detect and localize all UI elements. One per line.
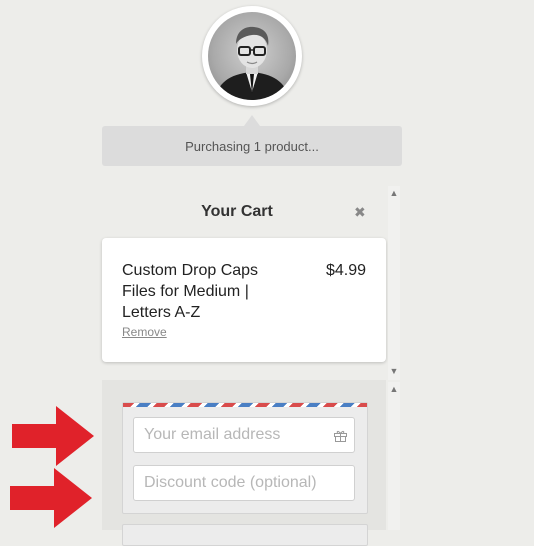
purchase-status-text: Purchasing 1 product... — [185, 138, 319, 154]
purchase-status-banner: Purchasing 1 product... — [102, 126, 402, 166]
scroll-down-icon[interactable]: ▼ — [388, 366, 400, 376]
cart-panel: Your Cart ✖ Custom Drop Caps Files for M… — [102, 186, 386, 380]
gift-icon — [334, 430, 347, 442]
cart-item-price: $4.99 — [325, 262, 366, 279]
email-input[interactable] — [133, 417, 355, 453]
remove-item-link[interactable]: Remove — [122, 325, 167, 339]
email-form-card — [122, 402, 368, 514]
seller-avatar — [208, 12, 296, 100]
checkout-scrollbar[interactable]: ▲ — [388, 382, 400, 530]
cart-scrollbar[interactable]: ▲ ▼ — [388, 186, 400, 380]
seller-avatar-ring — [202, 6, 302, 106]
red-arrow-icon — [12, 406, 94, 466]
scroll-up-icon[interactable]: ▲ — [388, 384, 400, 394]
scroll-up-icon[interactable]: ▲ — [388, 188, 400, 198]
cart-item-name: Custom Drop Caps Files for Medium | Lett… — [122, 262, 259, 321]
close-icon[interactable]: ✖ — [354, 204, 366, 221]
cart-item: Custom Drop Caps Files for Medium | Lett… — [102, 238, 386, 362]
checkout-section — [102, 380, 386, 546]
red-arrow-icon — [10, 468, 92, 528]
next-form-card — [122, 524, 368, 546]
discount-code-input[interactable] — [133, 465, 355, 501]
cart-title: Your Cart — [201, 203, 273, 220]
person-portrait-image — [214, 26, 290, 100]
status-pointer — [244, 115, 260, 126]
airmail-border — [123, 403, 367, 407]
